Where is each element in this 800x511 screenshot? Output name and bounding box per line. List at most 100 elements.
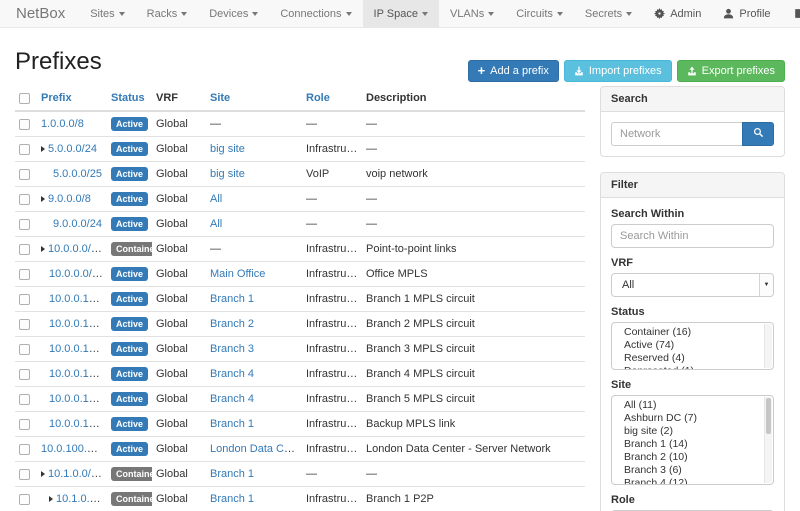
status-cell: Active xyxy=(107,287,152,312)
filter-panel: Filter Search Within VRF All ▼ Status Co… xyxy=(600,172,785,511)
chevron-down-icon xyxy=(422,12,428,16)
row-checkbox[interactable] xyxy=(19,194,30,205)
sidebar: Search Filter Search Within xyxy=(600,86,785,511)
row-checkbox[interactable] xyxy=(19,394,30,405)
row-checkbox[interactable] xyxy=(19,244,30,255)
prefix-link[interactable]: 9.0.0.0/8 xyxy=(48,193,91,205)
site-link[interactable]: Branch 1 xyxy=(210,418,254,430)
navbar-profile-link[interactable]: Profile xyxy=(712,0,781,27)
site-link[interactable]: London Data Center xyxy=(210,443,302,455)
table-row: 10.0.0.138/31ActiveGlobalBranch 1Infrast… xyxy=(15,412,585,437)
row-checkbox[interactable] xyxy=(19,419,30,430)
site-listbox[interactable]: All (11) Ashburn DC (7) big site (2) Branch… xyxy=(611,395,774,485)
navbar-admin-link[interactable]: Admin xyxy=(643,0,712,27)
row-checkbox[interactable] xyxy=(19,294,30,305)
nav-item-sites[interactable]: Sites xyxy=(79,0,135,27)
row-checkbox[interactable] xyxy=(19,119,30,130)
search-input[interactable] xyxy=(611,122,742,146)
column-header-prefix[interactable]: Prefix xyxy=(37,86,107,111)
row-checkbox[interactable] xyxy=(19,319,30,330)
export-prefixes-button[interactable]: Export prefixes xyxy=(677,60,785,82)
site-cell: Branch 1 xyxy=(206,412,302,437)
site-link[interactable]: Branch 2 xyxy=(210,318,254,330)
nav-item-vlans[interactable]: VLANs xyxy=(439,0,505,27)
vrf-cell: Global xyxy=(152,262,206,287)
add-a-prefix-button[interactable]: +Add a prefix xyxy=(468,60,559,82)
site-link[interactable]: All xyxy=(210,193,222,205)
site-link[interactable]: Branch 4 xyxy=(210,393,254,405)
site-link[interactable]: Main Office xyxy=(210,268,265,280)
listbox-option[interactable]: Ashburn DC (7) xyxy=(612,413,773,423)
navbar-log-out-link[interactable]: Log out xyxy=(782,0,800,27)
status-cell: Active xyxy=(107,387,152,412)
status-listbox[interactable]: Container (16) Active (74) Reserved (4) Dep… xyxy=(611,322,774,370)
prefix-link[interactable]: 10.1.0.0/16 xyxy=(48,468,103,480)
listbox-option[interactable]: Branch 1 (14) xyxy=(612,439,773,449)
prefix-link[interactable]: 10.1.0.0/24 xyxy=(56,493,107,505)
site-link[interactable]: Branch 1 xyxy=(210,468,254,480)
prefix-link[interactable]: 10.0.0.128/31 xyxy=(49,293,107,305)
row-checkbox[interactable] xyxy=(19,369,30,380)
search-within-input[interactable] xyxy=(611,224,774,248)
prefix-link[interactable]: 10.0.0.0/31 xyxy=(49,268,104,280)
prefix-link[interactable]: 10.0.100.0/24 xyxy=(41,443,107,455)
listbox-option[interactable]: big site (2) xyxy=(612,426,773,436)
prefix-cell: 10.0.100.0/24 xyxy=(37,437,107,462)
row-checkbox[interactable] xyxy=(19,219,30,230)
prefix-link[interactable]: 10.0.0.130/31 xyxy=(49,318,107,330)
prefix-link[interactable]: 1.0.0.0/8 xyxy=(41,118,84,130)
listbox-option[interactable]: Deprecated (1) xyxy=(612,366,773,370)
status-badge: Active xyxy=(111,142,148,156)
nav-item-devices[interactable]: Devices xyxy=(198,0,269,27)
vrf-cell: Global xyxy=(152,337,206,362)
import-prefixes-button[interactable]: Import prefixes xyxy=(564,60,672,82)
row-checkbox[interactable] xyxy=(19,169,30,180)
search-within-label: Search Within xyxy=(611,208,774,220)
select-all-checkbox[interactable] xyxy=(19,93,30,104)
vrf-select[interactable]: All ▼ xyxy=(611,273,774,297)
listbox-option[interactable]: Reserved (4) xyxy=(612,353,773,363)
site-link[interactable]: big site xyxy=(210,168,245,180)
prefix-link[interactable]: 10.0.0.134/31 xyxy=(49,368,107,380)
prefix-link[interactable]: 10.0.0.132/31 xyxy=(49,343,107,355)
site-link[interactable]: Branch 1 xyxy=(210,493,254,505)
status-badge: Active xyxy=(111,442,148,456)
site-link[interactable]: All xyxy=(210,218,222,230)
status-cell: Active xyxy=(107,187,152,212)
search-button[interactable] xyxy=(742,122,774,146)
site-link[interactable]: Branch 1 xyxy=(210,293,254,305)
row-checkbox[interactable] xyxy=(19,144,30,155)
prefix-link[interactable]: 10.0.0.0/24 xyxy=(48,243,103,255)
row-checkbox[interactable] xyxy=(19,469,30,480)
prefix-cell: 9.0.0.0/8 xyxy=(37,187,107,212)
site-link[interactable]: big site xyxy=(210,143,245,155)
checkbox-cell xyxy=(15,287,37,312)
column-header-site[interactable]: Site xyxy=(206,86,302,111)
nav-item-connections[interactable]: Connections xyxy=(269,0,362,27)
site-link[interactable]: Branch 4 xyxy=(210,368,254,380)
status-badge: Active xyxy=(111,417,148,431)
nav-item-racks[interactable]: Racks xyxy=(136,0,199,27)
row-checkbox[interactable] xyxy=(19,344,30,355)
app-brand[interactable]: NetBox xyxy=(0,0,79,27)
listbox-option[interactable]: Container (16) xyxy=(612,327,773,337)
listbox-option[interactable]: Branch 4 (12) xyxy=(612,478,773,485)
nav-item-ip-space[interactable]: IP Space xyxy=(363,0,439,27)
prefix-link[interactable]: 5.0.0.0/25 xyxy=(53,168,102,180)
listbox-option[interactable]: Branch 2 (10) xyxy=(612,452,773,462)
listbox-option[interactable]: Active (74) xyxy=(612,340,773,350)
prefix-link[interactable]: 5.0.0.0/24 xyxy=(48,143,97,155)
prefix-link[interactable]: 10.0.0.136/31 xyxy=(49,393,107,405)
prefix-link[interactable]: 10.0.0.138/31 xyxy=(49,418,107,430)
column-header-status[interactable]: Status xyxy=(107,86,152,111)
row-checkbox[interactable] xyxy=(19,269,30,280)
row-checkbox[interactable] xyxy=(19,494,30,505)
nav-item-secrets[interactable]: Secrets xyxy=(574,0,643,27)
row-checkbox[interactable] xyxy=(19,444,30,455)
column-header-role[interactable]: Role xyxy=(302,86,362,111)
listbox-option[interactable]: Branch 3 (6) xyxy=(612,465,773,475)
nav-item-circuits[interactable]: Circuits xyxy=(505,0,574,27)
listbox-option[interactable]: All (11) xyxy=(612,400,773,410)
prefix-link[interactable]: 9.0.0.0/24 xyxy=(53,218,102,230)
site-link[interactable]: Branch 3 xyxy=(210,343,254,355)
